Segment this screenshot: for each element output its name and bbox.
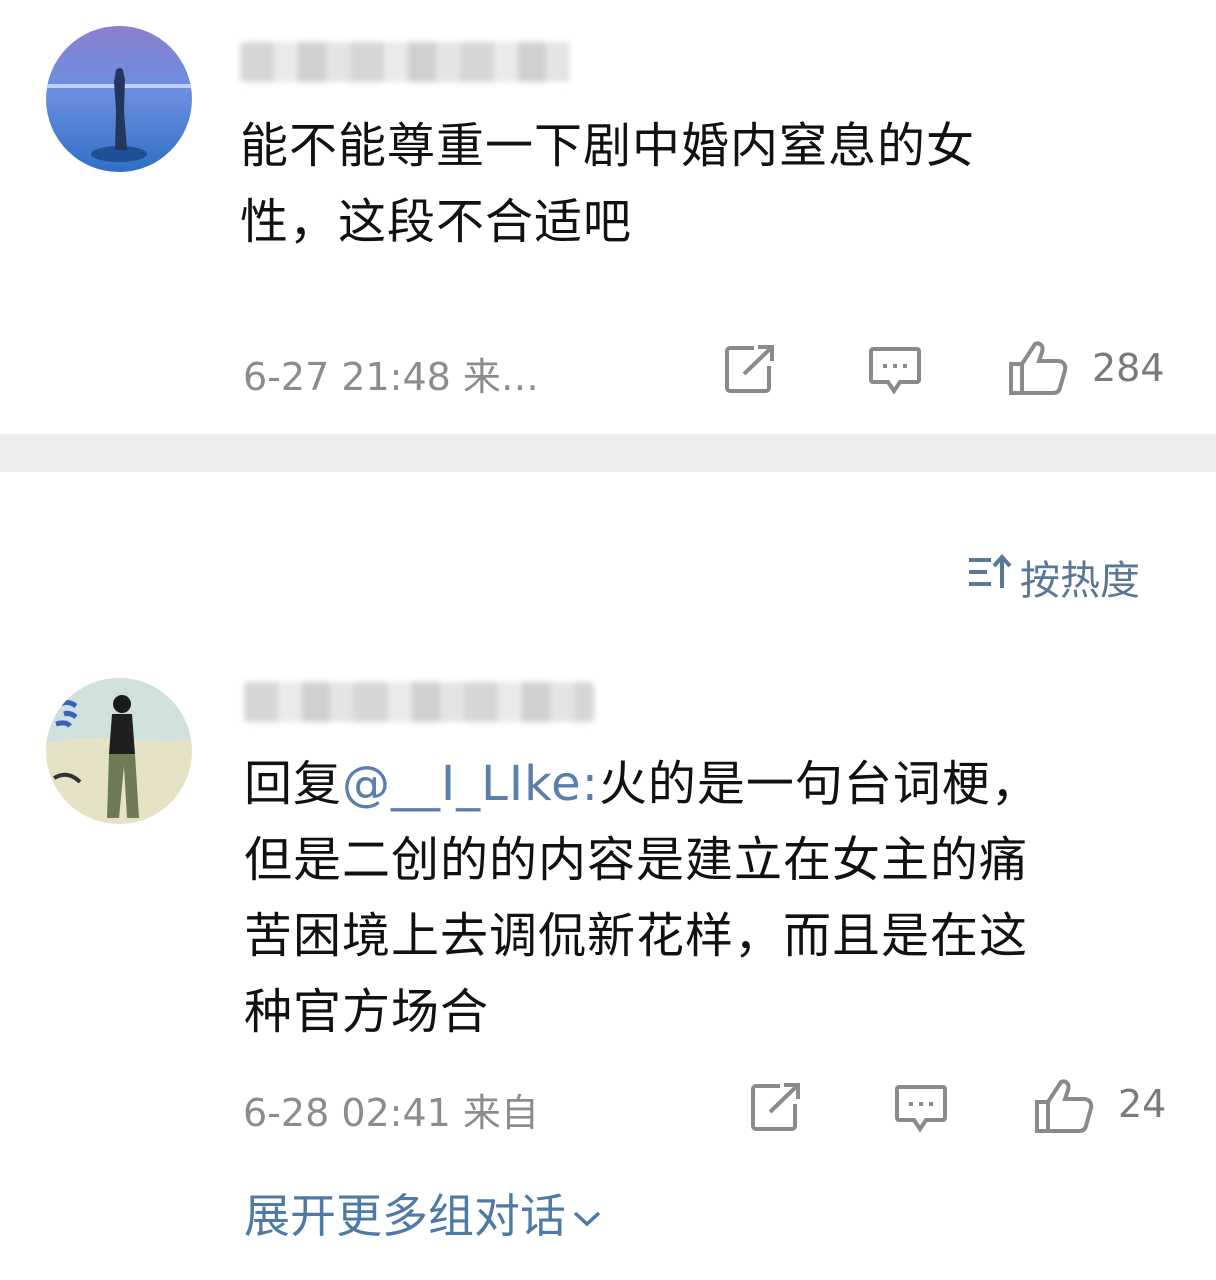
comment-text-line: 苦困境上去调侃新花样，而且是在这	[244, 908, 1029, 964]
avatar[interactable]	[46, 678, 192, 824]
reply-mention-link[interactable]: @__I_LIke:	[342, 756, 599, 812]
avatar[interactable]	[46, 26, 192, 172]
timestamp: 6-28 02:41 来自	[243, 1091, 539, 1135]
username[interactable]	[240, 42, 570, 82]
share-icon[interactable]	[750, 1082, 804, 1132]
comment-icon[interactable]	[868, 346, 922, 396]
thumbs-up-icon[interactable]	[1034, 1078, 1094, 1134]
reply-prefix: 回复	[244, 756, 343, 812]
expand-conversation-link[interactable]: 展开更多组对话	[244, 1180, 602, 1246]
comment-text-line: 性，这段不合适吧	[240, 194, 633, 250]
timestamp: 6-27 21:48 来…	[243, 355, 539, 399]
like-count: 284	[1092, 346, 1165, 390]
username[interactable]	[244, 682, 594, 722]
share-icon[interactable]	[724, 344, 778, 394]
chevron-down-icon	[572, 1186, 602, 1240]
like-count: 24	[1118, 1082, 1167, 1126]
thumbs-up-icon[interactable]	[1008, 340, 1068, 396]
comment-text: 能不能尊重一下剧中婚内窒息的女 性，这段不合适吧	[240, 108, 1180, 260]
comment-text: 回复@__I_LIke:火的是一句台词梗， 但是二创的的内容是建立在女主的痛 苦…	[244, 746, 1184, 1050]
comment-icon[interactable]	[894, 1084, 948, 1134]
avatar-image	[46, 678, 192, 824]
comment-text-line: 回复@__I_LIke:火的是一句台词梗，	[244, 746, 1184, 822]
avatar-image	[46, 26, 192, 172]
comment-text-line: 种官方场合	[244, 984, 490, 1040]
sort-label: 按热度	[1020, 558, 1140, 604]
section-divider	[0, 434, 1216, 472]
comment-text-line: 能不能尊重一下剧中婚内窒息的女	[240, 118, 976, 174]
sort-toggle[interactable]: 按热度	[966, 548, 1140, 606]
comment-text-line: 但是二创的的内容是建立在女主的痛	[244, 832, 1029, 888]
sort-icon	[966, 552, 1012, 602]
comment-text-segment: 火的是一句台词梗，	[598, 756, 1040, 812]
expand-label: 展开更多组对话	[244, 1189, 566, 1243]
